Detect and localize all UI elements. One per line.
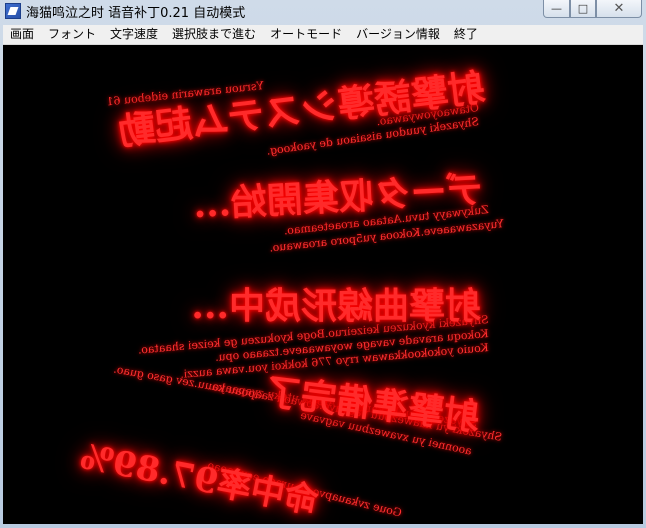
minimize-icon: — [551, 2, 562, 15]
menu-item-font[interactable]: フォント [41, 25, 103, 44]
app-icon [5, 3, 21, 19]
game-screen[interactable]: Ysruou arawarin eidebou 61 Otawaoyowyawa… [3, 45, 643, 524]
title-bar[interactable]: 海猫鸣泣之时 语音补丁0.21 自动模式 — □ ✕ [0, 0, 646, 24]
window-title: 海猫鸣泣之时 语音补丁0.21 自动模式 [26, 6, 246, 21]
menu-item-screen[interactable]: 画面 [3, 25, 41, 44]
maximize-icon: □ [577, 2, 589, 15]
menu-item-skip-to-choice[interactable]: 選択肢まで進む [165, 25, 263, 44]
app-window: 海猫鸣泣之时 语音补丁0.21 自动模式 — □ ✕ 画面 フォント 文字速度 … [0, 0, 646, 528]
overlay-line-3: 射撃曲線形成中... [191, 285, 481, 327]
close-button[interactable]: ✕ [596, 0, 642, 18]
menu-bar: 画面 フォント 文字速度 選択肢まで進む オートモード バージョン情報 終了 [3, 25, 643, 45]
minimize-button[interactable]: — [543, 0, 570, 18]
overlay-line-5: 命中率97.89% [77, 436, 322, 523]
menu-item-auto-mode[interactable]: オートモード [263, 25, 349, 44]
menu-item-version-info[interactable]: バージョン情報 [349, 25, 447, 44]
menu-item-exit[interactable]: 終了 [447, 25, 485, 44]
menu-item-text-speed[interactable]: 文字速度 [103, 25, 165, 44]
maximize-button[interactable]: □ [570, 0, 596, 18]
close-icon: ✕ [613, 1, 625, 16]
